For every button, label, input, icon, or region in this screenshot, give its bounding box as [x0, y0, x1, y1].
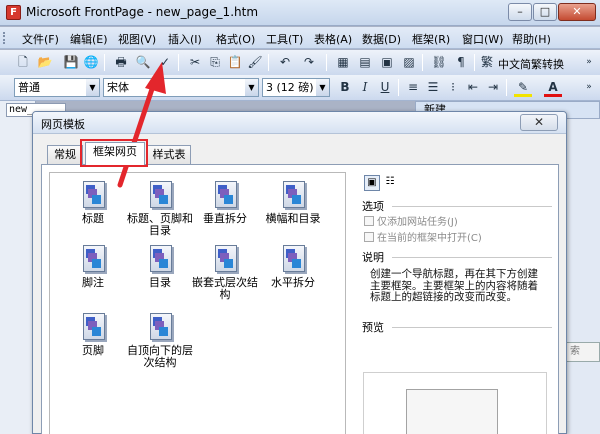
red-highlight-box	[80, 139, 148, 167]
red-arrow-annotation	[117, 62, 166, 188]
